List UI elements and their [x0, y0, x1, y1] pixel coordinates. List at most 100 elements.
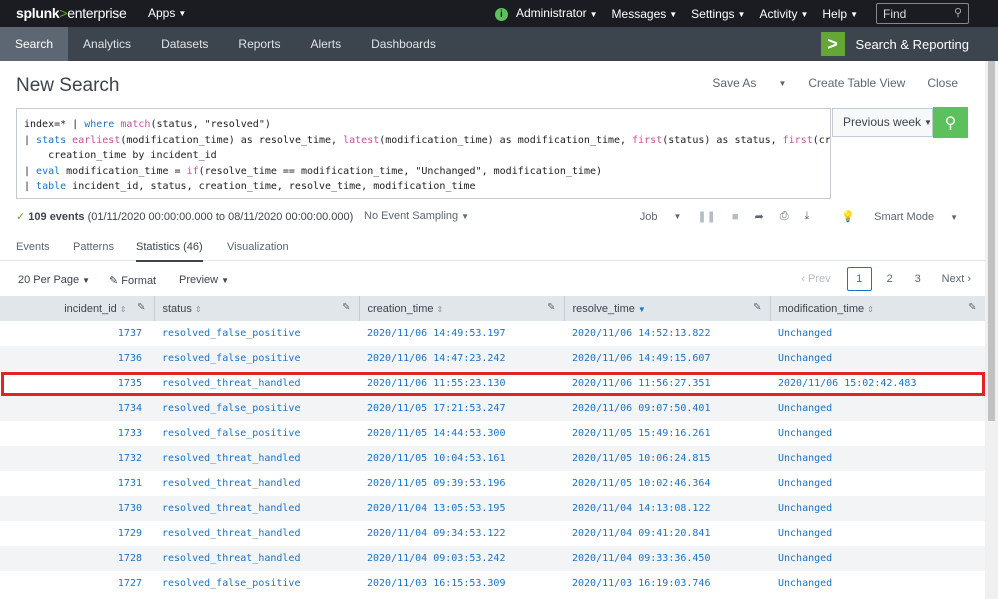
next-page-button[interactable]: Next › [942, 273, 971, 285]
cell-modification-time[interactable]: Unchanged [770, 346, 985, 371]
cell-creation-time[interactable]: 2020/11/05 10:04:53.161 [359, 446, 564, 471]
tab-search[interactable]: Search [0, 27, 69, 61]
cell-creation-time[interactable]: 2020/11/05 09:39:53.196 [359, 471, 564, 496]
settings-menu[interactable]: Settings ▼ [691, 7, 745, 21]
cell-creation-time[interactable]: 2020/11/03 16:15:53.309 [359, 571, 564, 596]
app-title[interactable]: > Search & Reporting [820, 32, 969, 56]
tab-reports[interactable]: Reports [223, 27, 295, 61]
cell-resolve-time[interactable]: 2020/11/05 15:49:16.261 [564, 421, 770, 446]
cell-incident-id[interactable]: 1730 [0, 496, 154, 521]
page-1-button[interactable]: 1 [846, 267, 872, 291]
cell-status[interactable]: resolved_false_positive [154, 321, 359, 346]
column-header-creation-time[interactable]: creation_time ⇕ ✎ [359, 296, 565, 321]
cell-modification-time[interactable]: 2020/11/06 15:02:42.483 [770, 371, 985, 396]
tab-alerts[interactable]: Alerts [295, 27, 356, 61]
time-range-picker[interactable]: Previous week ▼ [832, 108, 933, 137]
share-icon[interactable]: ➦ [754, 210, 763, 223]
cell-resolve-time[interactable]: 2020/11/03 16:19:03.746 [564, 571, 770, 596]
tab-dashboards[interactable]: Dashboards [356, 27, 451, 61]
cell-status[interactable]: resolved_threat_handled [154, 521, 359, 546]
cell-status[interactable]: resolved_false_positive [154, 571, 359, 596]
tab-analytics[interactable]: Analytics [68, 27, 146, 61]
cell-resolve-time[interactable]: 2020/11/06 14:49:15.607 [564, 346, 770, 371]
cell-resolve-time[interactable]: 2020/11/05 10:02:46.364 [564, 471, 770, 496]
tab-visualization[interactable]: Visualization [227, 241, 289, 253]
cell-incident-id[interactable]: 1732 [0, 446, 154, 471]
cell-modification-time[interactable]: Unchanged [770, 471, 985, 496]
cell-creation-time[interactable]: 2020/11/05 17:21:53.247 [359, 396, 564, 421]
cell-incident-id[interactable]: 1737 [0, 321, 154, 346]
cell-resolve-time[interactable]: 2020/11/06 11:56:27.351 [564, 371, 770, 396]
cell-modification-time[interactable]: Unchanged [770, 496, 985, 521]
page-2-button[interactable]: 2 [880, 273, 900, 285]
pencil-icon[interactable]: ✎ [342, 302, 350, 313]
tab-events[interactable]: Events [16, 241, 50, 253]
cell-creation-time[interactable]: 2020/11/06 14:47:23.242 [359, 346, 564, 371]
cell-resolve-time[interactable]: 2020/11/04 09:33:36.450 [564, 546, 770, 571]
admin-menu[interactable]: i Administrator ▼ [494, 6, 598, 21]
cell-status[interactable]: resolved_threat_handled [154, 496, 359, 521]
save-as-button[interactable]: Save As ▼ [690, 76, 786, 90]
scrollbar-thumb[interactable] [988, 61, 995, 421]
job-menu[interactable]: Job ▼ [624, 211, 682, 223]
cell-creation-time[interactable]: 2020/11/04 13:05:53.195 [359, 496, 564, 521]
cell-incident-id[interactable]: 1733 [0, 421, 154, 446]
cell-modification-time[interactable]: Unchanged [770, 421, 985, 446]
search-submit-button[interactable]: ⚲ [933, 107, 968, 138]
column-header-incident-id[interactable]: incident_id ⇕ ✎ [0, 296, 155, 321]
cell-modification-time[interactable]: Unchanged [770, 571, 985, 596]
column-header-status[interactable]: status ⇕ ✎ [154, 296, 360, 321]
create-table-view-button[interactable]: Create Table View [808, 76, 905, 90]
column-header-resolve-time[interactable]: resolve_time ▼ ✎ [564, 296, 771, 321]
cell-incident-id[interactable]: 1731 [0, 471, 154, 496]
cell-status[interactable]: resolved_threat_handled [154, 471, 359, 496]
column-header-modification-time[interactable]: modification_time ⇕ ✎ [770, 296, 986, 321]
cell-incident-id[interactable]: 1734 [0, 396, 154, 421]
cell-incident-id[interactable]: 1735 [0, 371, 154, 396]
pencil-icon[interactable]: ✎ [753, 302, 761, 313]
close-button[interactable]: Close [927, 76, 958, 90]
cell-modification-time[interactable]: Unchanged [770, 446, 985, 471]
cell-incident-id[interactable]: 1727 [0, 571, 154, 596]
cell-status[interactable]: resolved_false_positive [154, 396, 359, 421]
cell-resolve-time[interactable]: 2020/11/05 10:06:24.815 [564, 446, 770, 471]
cell-incident-id[interactable]: 1728 [0, 546, 154, 571]
cell-creation-time[interactable]: 2020/11/06 11:55:23.130 [359, 371, 564, 396]
pencil-icon[interactable]: ✎ [968, 302, 976, 313]
page-scrollbar[interactable] [985, 61, 998, 599]
page-3-button[interactable]: 3 [908, 273, 928, 285]
cell-resolve-time[interactable]: 2020/11/04 09:41:20.841 [564, 521, 770, 546]
cell-creation-time[interactable]: 2020/11/04 09:34:53.122 [359, 521, 564, 546]
per-page-dropdown[interactable]: 20 Per Page ▼ [18, 274, 90, 286]
prev-page-button[interactable]: ‹ Prev [801, 273, 830, 285]
search-query-editor[interactable]: index=* | where match(status, "resolved"… [16, 108, 831, 199]
cell-resolve-time[interactable]: 2020/11/04 14:13:08.122 [564, 496, 770, 521]
messages-menu[interactable]: Messages ▼ [612, 7, 678, 21]
event-sampling-dropdown[interactable]: No Event Sampling ▼ [364, 210, 469, 222]
activity-menu[interactable]: Activity ▼ [759, 7, 808, 21]
cell-modification-time[interactable]: Unchanged [770, 546, 985, 571]
search-mode-menu[interactable]: 💡 Smart Mode ▼ [825, 210, 958, 223]
cell-incident-id[interactable]: 1736 [0, 346, 154, 371]
cell-status[interactable]: resolved_threat_handled [154, 371, 359, 396]
cell-creation-time[interactable]: 2020/11/04 09:03:53.242 [359, 546, 564, 571]
cell-resolve-time[interactable]: 2020/11/06 14:52:13.822 [564, 321, 770, 346]
pencil-icon[interactable]: ✎ [547, 302, 555, 313]
cell-incident-id[interactable]: 1729 [0, 521, 154, 546]
splunk-logo[interactable]: splunk>enterprise [16, 5, 127, 21]
pencil-icon[interactable]: ✎ [137, 302, 145, 313]
print-icon[interactable]: ⎙ [780, 210, 789, 223]
tab-datasets[interactable]: Datasets [146, 27, 223, 61]
cell-modification-time[interactable]: Unchanged [770, 521, 985, 546]
export-icon[interactable]: ⤓ [805, 210, 810, 223]
cell-resolve-time[interactable]: 2020/11/06 09:07:50.401 [564, 396, 770, 421]
tab-patterns[interactable]: Patterns [73, 241, 114, 253]
help-menu[interactable]: Help ▼ [822, 7, 858, 21]
cell-modification-time[interactable]: Unchanged [770, 396, 985, 421]
apps-menu[interactable]: Apps ▼ [148, 6, 186, 20]
preview-dropdown[interactable]: Preview ▼ [179, 274, 229, 286]
cell-creation-time[interactable]: 2020/11/05 14:44:53.300 [359, 421, 564, 446]
format-button[interactable]: ✎ Format [109, 274, 156, 287]
cell-creation-time[interactable]: 2020/11/06 14:49:53.197 [359, 321, 564, 346]
cell-status[interactable]: resolved_threat_handled [154, 546, 359, 571]
